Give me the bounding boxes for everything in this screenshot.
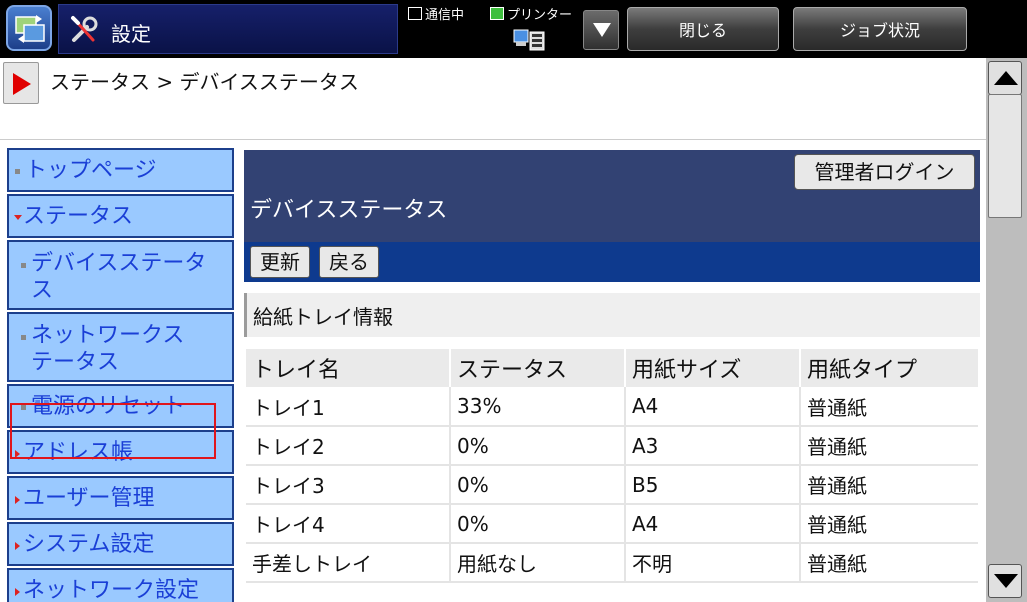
column-header-tray-name: トレイ名: [246, 349, 451, 387]
status-dropdown-button[interactable]: [583, 10, 619, 50]
content-header: 管理者ログイン デバイスステータス: [244, 150, 980, 242]
sidebar-item-label-line2: テータス: [31, 350, 120, 375]
section-title: 給紙トレイ情報: [253, 305, 393, 329]
collapsed-arrow-icon: [15, 496, 20, 504]
cell-paper-type: 普通紙: [800, 465, 978, 505]
sidebar-item-top-page[interactable]: トップページ: [7, 148, 234, 192]
sidebar-item-label: トップページ: [25, 158, 157, 183]
page-title: デバイスステータス: [250, 198, 448, 223]
collapsed-arrow-icon: [15, 542, 20, 550]
arrow-down-icon: [994, 574, 1018, 588]
home-sync-icon[interactable]: [6, 5, 52, 51]
sidebar: トップページ ステータス デバイスステータ ス ネットワークス テータス 電源の…: [0, 142, 238, 602]
vertical-scrollbar[interactable]: [986, 58, 1027, 602]
table-row: トレイ1 33% A4 普通紙: [246, 387, 978, 427]
cell-status: 33%: [450, 387, 626, 427]
cell-paper-size: 不明: [625, 543, 801, 583]
cell-paper-size: A4: [625, 387, 801, 427]
comm-status-indicator-icon: [408, 7, 422, 20]
scroll-up-button[interactable]: [988, 61, 1022, 95]
cell-tray-name: トレイ1: [246, 387, 451, 427]
title-bar: 設定: [58, 4, 398, 54]
device-status-area: 通信中 プリンター: [408, 2, 578, 56]
close-button[interactable]: 閉じる: [627, 7, 779, 51]
content-toolbar: 更新 戻る: [244, 242, 980, 282]
table-row: トレイ3 0% B5 普通紙: [246, 465, 978, 505]
cell-status: 0%: [450, 504, 626, 544]
scroll-down-button[interactable]: [988, 564, 1022, 598]
printer-status: プリンター: [490, 4, 572, 23]
cell-tray-name: トレイ3: [246, 465, 451, 505]
table-row: 手差しトレイ 用紙なし 不明 普通紙: [246, 543, 978, 583]
wrench-screwdriver-icon: [71, 16, 98, 42]
scrollbar-thumb[interactable]: [988, 94, 1022, 218]
column-header-paper-size: 用紙サイズ: [625, 349, 801, 387]
sidebar-item-network-settings[interactable]: ネットワーク設定: [7, 568, 234, 602]
table-row: トレイ2 0% A3 普通紙: [246, 426, 978, 466]
cell-paper-type: 普通紙: [800, 504, 978, 544]
cell-paper-type: 普通紙: [800, 543, 978, 583]
main-area: ステータス > デバイスステータス トップページ ステータス デバイスステータ …: [0, 58, 986, 602]
sidebar-item-user-management[interactable]: ユーザー管理: [7, 476, 234, 520]
job-status-button[interactable]: ジョブ状況: [793, 7, 967, 51]
cell-status: 0%: [450, 426, 626, 466]
sidebar-item-label: システム設定: [23, 532, 155, 557]
comm-status-label: 通信中: [425, 8, 465, 23]
tray-info-table: トレイ名 ステータス 用紙サイズ 用紙タイプ トレイ1 33% A4 普通紙 ト…: [246, 349, 978, 583]
bullet-icon: [15, 169, 20, 174]
sidebar-item-status[interactable]: ステータス: [7, 194, 234, 238]
printer-status-indicator-icon: [490, 7, 504, 20]
triangle-down-icon: [593, 23, 611, 37]
cell-tray-name: 手差しトレイ: [246, 543, 451, 583]
cell-paper-size: A3: [625, 426, 801, 466]
printer-status-label: プリンター: [507, 8, 573, 23]
column-header-status: ステータス: [450, 349, 626, 387]
sidebar-item-network-status[interactable]: ネットワークス テータス: [7, 312, 234, 382]
sidebar-item-device-status[interactable]: デバイスステータ ス: [7, 240, 234, 310]
selection-highlight: [10, 403, 216, 459]
content-panel: 管理者ログイン デバイスステータス 更新 戻る 給紙トレイ情報 トレイ名 ステー…: [244, 150, 980, 602]
app-title: 設定: [111, 22, 151, 46]
sidebar-item-label: ネットワークス: [31, 323, 185, 348]
top-bar: 設定 通信中 プリンター 閉じる ジョブ状況: [0, 0, 1027, 58]
sidebar-item-label-line2: ス: [31, 278, 54, 303]
admin-login-button[interactable]: 管理者ログイン: [794, 154, 975, 190]
breadcrumb-area: ステータス > デバイスステータス: [0, 58, 986, 140]
section-header: 給紙トレイ情報: [244, 293, 980, 337]
cell-paper-size: B5: [625, 465, 801, 505]
cell-paper-size: A4: [625, 504, 801, 544]
refresh-button[interactable]: 更新: [250, 246, 310, 278]
printer-icon: [513, 29, 545, 51]
comm-status: 通信中: [408, 4, 464, 23]
cell-status: 用紙なし: [450, 543, 626, 583]
breadcrumb: ステータス > デバイスステータス: [50, 70, 359, 94]
cell-tray-name: トレイ2: [246, 426, 451, 466]
sidebar-item-label: デバイスステータ: [31, 251, 207, 276]
cell-tray-name: トレイ4: [246, 504, 451, 544]
bullet-icon: [21, 335, 26, 340]
table-header-row: トレイ名 ステータス 用紙サイズ 用紙タイプ: [246, 349, 978, 387]
bullet-icon: [21, 263, 26, 268]
play-arrow-icon: [13, 73, 31, 95]
column-header-paper-type: 用紙タイプ: [800, 349, 978, 387]
sidebar-item-label: ネットワーク設定: [23, 578, 200, 602]
arrow-up-icon: [994, 71, 1018, 85]
cell-status: 0%: [450, 465, 626, 505]
sidebar-item-label: ステータス: [23, 204, 134, 229]
sidebar-item-label: ユーザー管理: [23, 486, 155, 511]
cell-paper-type: 普通紙: [800, 426, 978, 466]
menu-toggle-button[interactable]: [3, 62, 39, 104]
back-button[interactable]: 戻る: [319, 246, 379, 278]
sidebar-item-system-settings[interactable]: システム設定: [7, 522, 234, 566]
table-row: トレイ4 0% A4 普通紙: [246, 504, 978, 544]
cell-paper-type: 普通紙: [800, 387, 978, 427]
collapsed-arrow-icon: [15, 588, 20, 596]
expanded-arrow-icon: [14, 215, 22, 220]
